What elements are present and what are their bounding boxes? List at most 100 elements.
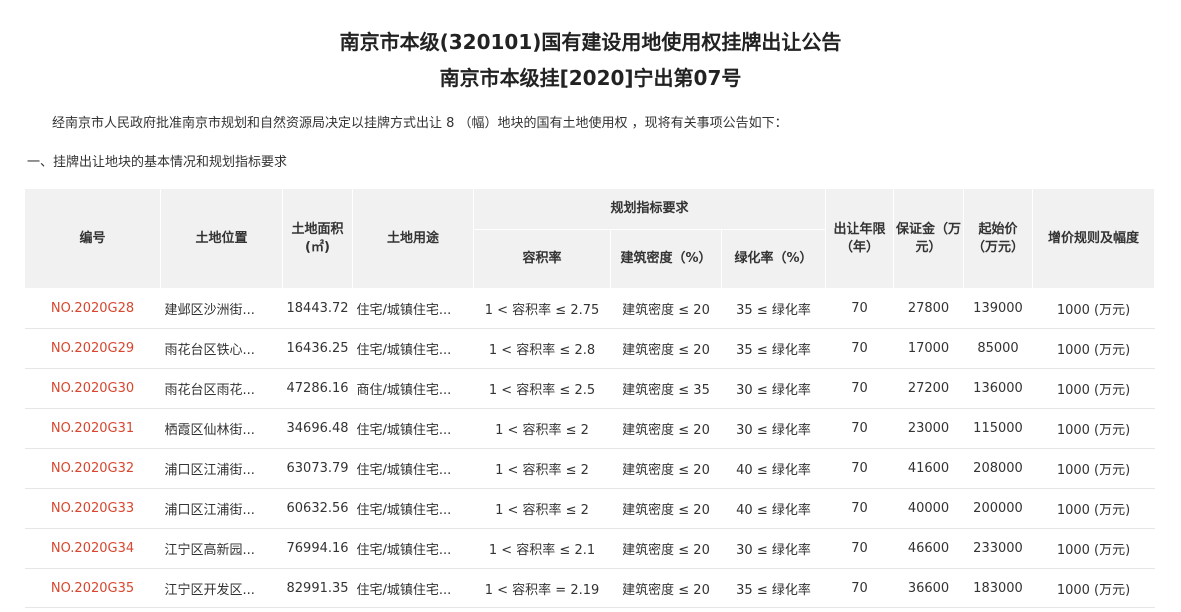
parcel-increment: 1000 (万元) <box>1032 448 1155 489</box>
parcel-green: 30 ≤ 绿化率 <box>721 408 826 449</box>
parcel-area: 63073.79 <box>282 448 353 489</box>
parcel-start-price: 139000 <box>963 288 1033 329</box>
parcel-area: 16436.25 <box>282 328 353 369</box>
parcel-use: 住宅/城镇住宅... <box>352 488 474 529</box>
parcel-density: 建筑密度 ≤ 35 <box>610 368 722 409</box>
parcel-green: 40 ≤ 绿化率 <box>721 448 826 489</box>
table-row: NO.2020G29 雨花台区铁心... 16436.25 住宅/城镇住宅...… <box>24 328 1155 369</box>
parcel-density: 建筑密度 ≤ 20 <box>610 568 722 608</box>
parcel-term: 70 <box>825 408 894 449</box>
parcel-deposit: 17000 <box>893 328 964 369</box>
parcel-increment: 1000 (万元) <box>1032 408 1155 449</box>
parcel-deposit: 23000 <box>893 408 964 449</box>
parcel-location: 浦口区江浦街... <box>160 488 283 529</box>
parcel-green: 30 ≤ 绿化率 <box>721 368 826 409</box>
header-area: 土地面积(㎡) <box>282 188 353 289</box>
parcel-location: 雨花台区雨花... <box>160 368 283 409</box>
intro-paragraph: 经南京市人民政府批准南京市规划和自然资源局决定以挂牌方式出让 8 （幅）地块的国… <box>52 116 788 131</box>
parcel-density: 建筑密度 ≤ 20 <box>610 408 722 449</box>
announcement-number: 南京市本级挂[2020]宁出第07号 <box>439 66 742 90</box>
parcel-term: 70 <box>825 568 894 608</box>
parcel-density: 建筑密度 ≤ 20 <box>610 448 722 489</box>
parcel-code[interactable]: NO.2020G33 <box>24 488 161 529</box>
parcel-green: 35 ≤ 绿化率 <box>721 328 826 369</box>
parcel-use: 住宅/城镇住宅... <box>352 328 474 369</box>
parcel-far: 1 < 容积率 = 2.19 <box>473 568 611 608</box>
parcel-deposit: 41600 <box>893 448 964 489</box>
parcel-code[interactable]: NO.2020G28 <box>24 288 161 329</box>
header-planning-group: 规划指标要求 <box>473 188 826 230</box>
section-heading: 一、挂牌出让地块的基本情况和规划指标要求 <box>27 155 288 170</box>
parcel-location: 雨花台区铁心... <box>160 328 283 369</box>
table-row: NO.2020G30 雨花台区雨花... 47286.16 商住/城镇住宅...… <box>24 368 1155 409</box>
header-location: 土地位置 <box>160 188 283 289</box>
parcel-start-price: 233000 <box>963 528 1033 569</box>
parcel-far: 1 < 容积率 ≤ 2 <box>473 448 611 489</box>
parcel-code[interactable]: NO.2020G34 <box>24 528 161 569</box>
parcel-start-price: 85000 <box>963 328 1033 369</box>
parcel-green: 35 ≤ 绿化率 <box>721 568 826 608</box>
parcel-use: 住宅/城镇住宅... <box>352 528 474 569</box>
parcel-area: 82991.35 <box>282 568 353 608</box>
parcel-far: 1 < 容积率 ≤ 2.1 <box>473 528 611 569</box>
parcel-start-price: 183000 <box>963 568 1033 608</box>
parcel-location: 江宁区开发区... <box>160 568 283 608</box>
parcel-increment: 1000 (万元) <box>1032 328 1155 369</box>
parcel-area: 47286.16 <box>282 368 353 409</box>
header-deposit: 保证金（万元） <box>893 188 964 289</box>
parcel-far: 1 < 容积率 ≤ 2 <box>473 488 611 529</box>
parcel-code[interactable]: NO.2020G32 <box>24 448 161 489</box>
parcel-location: 栖霞区仙林街... <box>160 408 283 449</box>
parcel-code[interactable]: NO.2020G30 <box>24 368 161 409</box>
parcel-area: 18443.72 <box>282 288 353 329</box>
parcel-code[interactable]: NO.2020G31 <box>24 408 161 449</box>
parcel-area: 34696.48 <box>282 408 353 449</box>
parcel-far: 1 < 容积率 ≤ 2 <box>473 408 611 449</box>
parcel-location: 建邺区沙洲街... <box>160 288 283 329</box>
parcel-increment: 1000 (万元) <box>1032 368 1155 409</box>
header-green: 绿化率（%） <box>721 229 826 289</box>
land-parcels-table: 编号 土地位置 土地面积(㎡) 土地用途 规划指标要求 出让年限（年） 保证金（… <box>24 188 1155 608</box>
parcel-use: 住宅/城镇住宅... <box>352 448 474 489</box>
parcel-density: 建筑密度 ≤ 20 <box>610 528 722 569</box>
parcel-far: 1 < 容积率 ≤ 2.75 <box>473 288 611 329</box>
parcel-code[interactable]: NO.2020G35 <box>24 568 161 608</box>
parcel-term: 70 <box>825 288 894 329</box>
parcel-increment: 1000 (万元) <box>1032 528 1155 569</box>
parcel-deposit: 36600 <box>893 568 964 608</box>
parcel-location: 江宁区高新园... <box>160 528 283 569</box>
parcel-green: 30 ≤ 绿化率 <box>721 528 826 569</box>
parcel-term: 70 <box>825 328 894 369</box>
table-row: NO.2020G32 浦口区江浦街... 63073.79 住宅/城镇住宅...… <box>24 448 1155 489</box>
parcel-use: 住宅/城镇住宅... <box>352 568 474 608</box>
parcel-use: 住宅/城镇住宅... <box>352 288 474 329</box>
header-term: 出让年限（年） <box>825 188 894 289</box>
table-row: NO.2020G34 江宁区高新园... 76994.16 住宅/城镇住宅...… <box>24 528 1155 569</box>
header-density: 建筑密度（%） <box>610 229 722 289</box>
announcement-title: 南京市本级(320101)国有建设用地使用权挂牌出让公告 <box>339 30 842 54</box>
parcel-increment: 1000 (万元) <box>1032 488 1155 529</box>
table-row: NO.2020G35 江宁区开发区... 82991.35 住宅/城镇住宅...… <box>24 568 1155 608</box>
parcel-term: 70 <box>825 448 894 489</box>
parcel-density: 建筑密度 ≤ 20 <box>610 488 722 529</box>
parcel-green: 40 ≤ 绿化率 <box>721 488 826 529</box>
parcel-density: 建筑密度 ≤ 20 <box>610 288 722 329</box>
table-row: NO.2020G33 浦口区江浦街... 60632.56 住宅/城镇住宅...… <box>24 488 1155 529</box>
parcel-term: 70 <box>825 368 894 409</box>
header-far: 容积率 <box>473 229 611 289</box>
parcel-term: 70 <box>825 528 894 569</box>
parcel-use: 住宅/城镇住宅... <box>352 408 474 449</box>
parcel-far: 1 < 容积率 ≤ 2.8 <box>473 328 611 369</box>
parcel-code[interactable]: NO.2020G29 <box>24 328 161 369</box>
table-row: NO.2020G31 栖霞区仙林街... 34696.48 住宅/城镇住宅...… <box>24 408 1155 449</box>
parcel-deposit: 46600 <box>893 528 964 569</box>
parcel-increment: 1000 (万元) <box>1032 288 1155 329</box>
parcel-far: 1 < 容积率 ≤ 2.5 <box>473 368 611 409</box>
parcel-area: 60632.56 <box>282 488 353 529</box>
parcel-start-price: 136000 <box>963 368 1033 409</box>
parcel-area: 76994.16 <box>282 528 353 569</box>
parcel-green: 35 ≤ 绿化率 <box>721 288 826 329</box>
parcel-start-price: 208000 <box>963 448 1033 489</box>
table-row: NO.2020G28 建邺区沙洲街... 18443.72 住宅/城镇住宅...… <box>24 288 1155 329</box>
header-start-price: 起始价（万元） <box>963 188 1033 289</box>
